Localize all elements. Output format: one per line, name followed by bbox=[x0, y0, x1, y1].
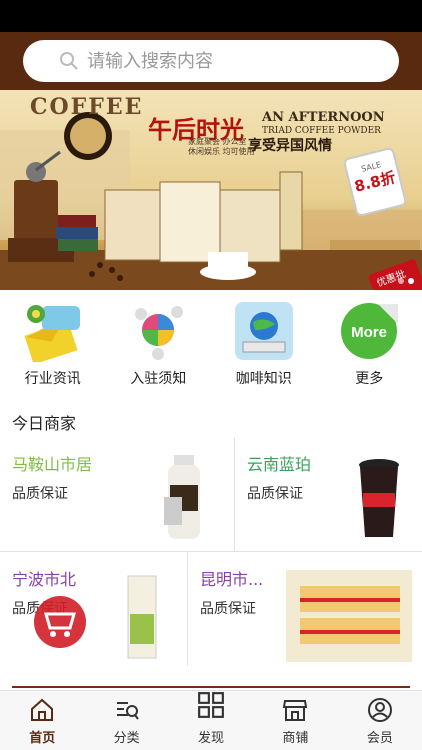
globe-book-icon bbox=[234, 302, 293, 360]
merchant-name: 宁波市北 bbox=[12, 570, 77, 589]
grid-icon bbox=[198, 692, 224, 718]
quick-nav-industry-news[interactable]: 行业资讯 bbox=[0, 290, 106, 400]
product-image bbox=[127, 575, 157, 659]
quick-nav-label: 咖啡知识 bbox=[235, 371, 292, 387]
tab-label: 商铺 bbox=[282, 731, 309, 746]
merchant-desc: 品质保证 bbox=[200, 601, 256, 617]
quick-nav-join-guide[interactable]: 入驻须知 bbox=[106, 290, 212, 400]
tab-label: 首页 bbox=[29, 731, 56, 746]
search-icon bbox=[60, 52, 78, 70]
banner-slogan: 享受异国风情 bbox=[248, 138, 332, 154]
tab-label: 分类 bbox=[113, 731, 140, 746]
tab-category[interactable]: 分类 bbox=[84, 691, 168, 750]
product-image bbox=[164, 455, 200, 539]
more-badge-icon: More bbox=[341, 303, 399, 359]
quick-nav-label: 更多 bbox=[355, 371, 384, 387]
tab-member[interactable]: 会员 bbox=[338, 691, 422, 750]
merchant-name: 云南蓝珀 bbox=[247, 455, 312, 474]
quick-nav-coffee-knowledge[interactable]: 咖啡知识 bbox=[211, 290, 317, 400]
search-box[interactable] bbox=[23, 40, 399, 82]
tab-discover[interactable]: 发现 bbox=[169, 691, 253, 750]
promo-banner[interactable]: COFFEE 午后时光 AN AFTERNOON TRIAD COFFEE PO… bbox=[0, 90, 422, 290]
category-search-icon bbox=[116, 702, 139, 720]
people-puzzle-icon bbox=[135, 306, 184, 360]
merchant-card[interactable]: 宁波市北 品质保证 bbox=[0, 552, 187, 666]
product-image bbox=[286, 570, 412, 662]
quick-nav-label: 行业资讯 bbox=[24, 371, 81, 387]
quick-nav: 行业资讯 入驻须知 咖啡知识 More 更多 bbox=[0, 290, 422, 400]
merchant-card[interactable]: 昆明市... 品质保证 bbox=[188, 552, 422, 666]
tab-label: 会员 bbox=[366, 731, 393, 746]
mail-flower-icon bbox=[24, 305, 80, 362]
header bbox=[0, 32, 422, 90]
content-end-line bbox=[12, 686, 410, 688]
banner-title-en: AN AFTERNOON bbox=[262, 110, 385, 125]
quick-nav-label: 入驻须知 bbox=[130, 371, 187, 387]
product-image bbox=[359, 459, 399, 537]
carousel-dots[interactable] bbox=[398, 278, 414, 284]
banner-coffee-word: COFFEE bbox=[30, 94, 144, 120]
merchant-desc: 品质保证 bbox=[12, 486, 68, 502]
more-badge-text: More bbox=[351, 324, 387, 341]
cart-float-button[interactable] bbox=[34, 596, 86, 648]
home-icon bbox=[31, 698, 54, 721]
carousel-dot[interactable] bbox=[398, 278, 404, 284]
search-input[interactable] bbox=[87, 50, 367, 72]
merchant-card[interactable]: 云南蓝珀 品质保证 bbox=[235, 437, 422, 551]
tab-label: 发现 bbox=[198, 731, 225, 746]
tab-home[interactable]: 首页 bbox=[0, 691, 84, 750]
carousel-dot-active[interactable] bbox=[408, 278, 414, 284]
banner-sub-2: 休闲娱乐 均可使用 bbox=[188, 147, 255, 156]
merchant-name: 昆明市... bbox=[200, 570, 264, 589]
tab-bar: 首页 分类 发现 商铺 会员 bbox=[0, 690, 422, 750]
cart-icon bbox=[44, 612, 76, 637]
user-icon bbox=[367, 698, 392, 722]
merchant-desc: 品质保证 bbox=[247, 486, 303, 502]
merchant-name: 马鞍山市居 bbox=[12, 455, 93, 474]
status-bar bbox=[0, 0, 422, 32]
quick-nav-more[interactable]: More 更多 bbox=[317, 290, 422, 400]
merchant-card[interactable]: 马鞍山市居 品质保证 bbox=[0, 437, 234, 551]
section-title: 今日商家 bbox=[12, 414, 77, 433]
shop-icon bbox=[283, 700, 308, 721]
tab-shops[interactable]: 商铺 bbox=[253, 691, 337, 750]
